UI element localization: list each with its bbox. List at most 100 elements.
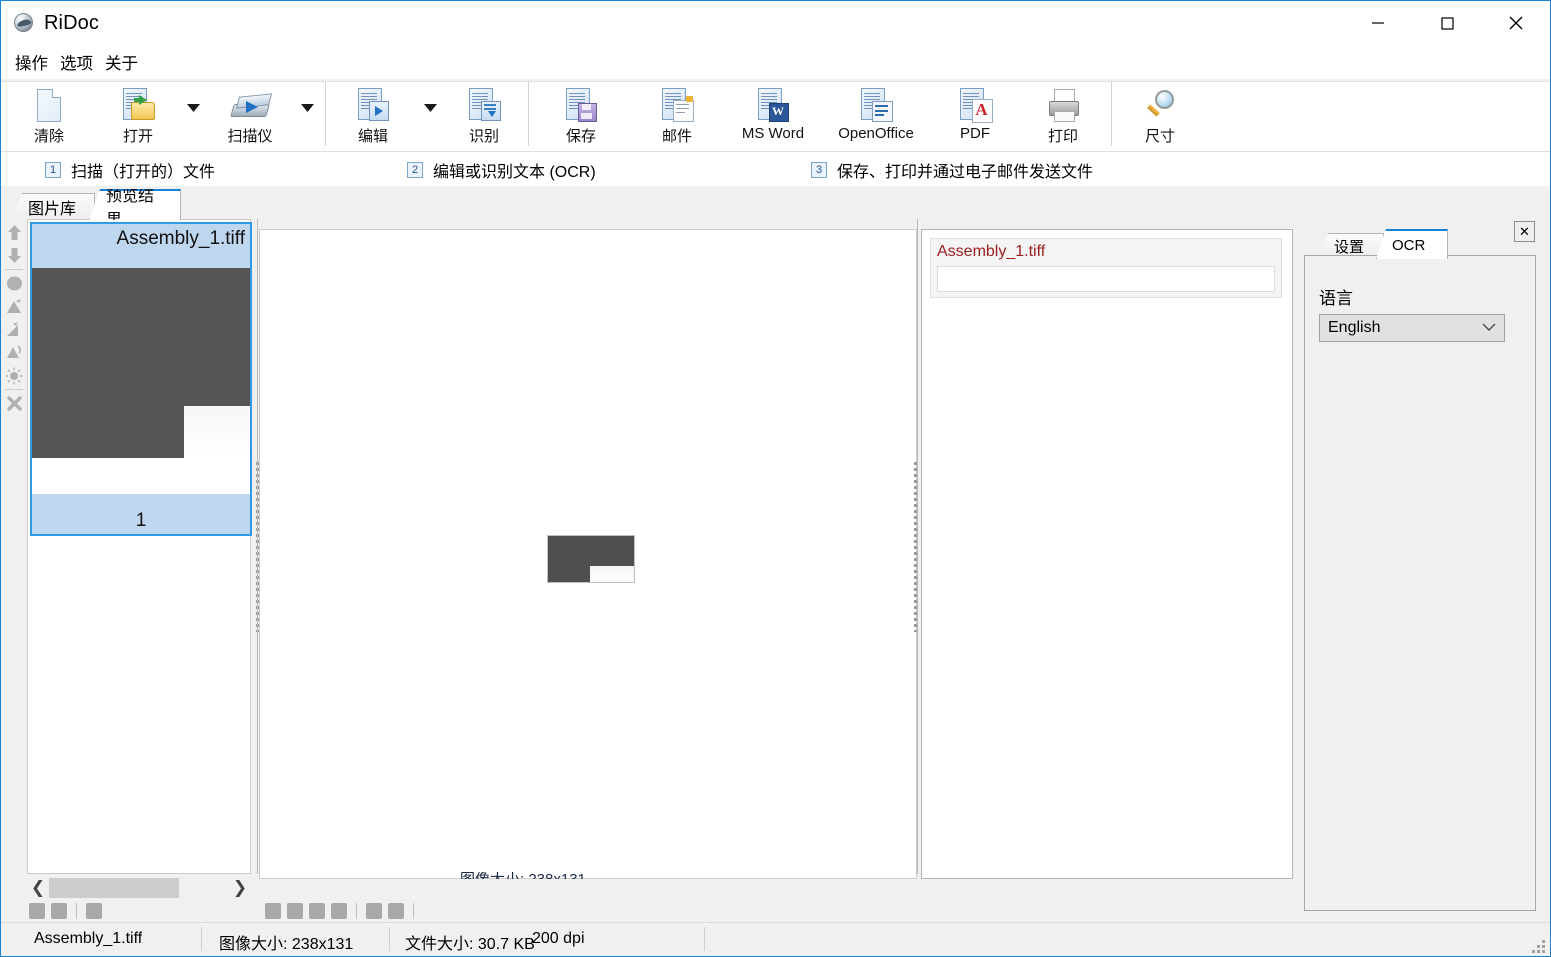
thumbnail-panel[interactable]: Assembly_1.tiff 1 <box>27 219 251 874</box>
preview-mini-toolbar <box>265 903 417 919</box>
recognize-button[interactable]: 识别 <box>444 82 524 148</box>
pdf-button[interactable]: A PDF <box>931 82 1019 148</box>
mini-button[interactable] <box>366 903 382 919</box>
deskew-icon[interactable] <box>2 341 26 364</box>
mini-button[interactable] <box>265 903 281 919</box>
print-button[interactable]: 打印 <box>1019 82 1107 148</box>
chevron-left-icon[interactable]: ❮ <box>27 876 49 900</box>
edit-button[interactable]: 编辑 <box>330 82 416 148</box>
step-text: 扫描（打开的）文件 <box>71 158 215 182</box>
openoffice-document-icon <box>859 86 893 124</box>
menubar: 操作 选项 关于 <box>1 45 1550 79</box>
status-filename: Assembly_1.tiff <box>34 930 142 948</box>
recognize-document-icon <box>467 86 501 124</box>
step-text: 保存、打印并通过电子邮件发送文件 <box>837 158 1093 182</box>
brightness-icon[interactable] <box>2 364 26 387</box>
step-1: 1 扫描（打开的）文件 <box>45 158 215 182</box>
toolbar-separator <box>528 82 529 146</box>
tab-image-library[interactable]: 图片库 <box>11 193 95 220</box>
menu-item-operations[interactable]: 操作 <box>9 48 54 76</box>
statusbar: Assembly_1.tiff 图像大小: 238x131 文件大小: 30.7… <box>1 922 1550 956</box>
menu-item-options[interactable]: 选项 <box>54 48 99 76</box>
toolbar-separator <box>325 82 326 146</box>
open-button[interactable]: 打开 <box>97 82 179 148</box>
tab-label: OCR <box>1392 237 1425 254</box>
blob-shape-icon[interactable] <box>2 272 26 295</box>
ocr-results-pane[interactable]: Assembly_1.tiff <box>921 229 1293 879</box>
tools-separator <box>5 389 23 390</box>
tab-ocr[interactable]: OCR <box>1376 229 1448 259</box>
toolbar-label: 识别 <box>469 125 499 146</box>
save-button[interactable]: 保存 <box>533 82 629 148</box>
ridoc-window: RiDoc 操作 选项 关于 清除 <box>0 0 1551 957</box>
scanner-button[interactable]: 扫描仪 <box>207 82 293 148</box>
preview-clipped-caption: 图像大小: 238x131 <box>460 872 586 879</box>
resize-grip-icon[interactable] <box>1533 940 1546 953</box>
scroll-thumb[interactable] <box>49 878 179 898</box>
scanner-icon <box>230 86 270 124</box>
thumbnail-filename: Assembly_1.tiff <box>117 228 245 250</box>
maximize-icon[interactable] <box>1412 1 1481 45</box>
mini-button[interactable] <box>29 903 45 919</box>
ridoc-globe-icon <box>14 13 34 33</box>
left-mini-toolbar <box>29 903 102 919</box>
magnifier-icon <box>1143 86 1177 124</box>
open-dropdown-arrow[interactable] <box>179 82 207 148</box>
printer-icon <box>1045 86 1081 124</box>
chevron-down-icon <box>1482 319 1496 337</box>
mini-button[interactable] <box>331 903 347 919</box>
thumbnail-image <box>32 268 250 494</box>
delete-x-icon[interactable] <box>2 392 26 415</box>
mini-button[interactable] <box>51 903 67 919</box>
scanner-dropdown-arrow[interactable] <box>293 82 321 148</box>
openoffice-button[interactable]: OpenOffice <box>821 82 931 148</box>
thumbnail-page-number: 1 <box>32 510 250 532</box>
open-folder-document-icon <box>121 86 155 124</box>
list-item[interactable]: Assembly_1.tiff 1 <box>30 222 252 536</box>
language-label: 语言 <box>1319 284 1353 309</box>
size-button[interactable]: 尺寸 <box>1116 82 1204 148</box>
ocr-result-filename: Assembly_1.tiff <box>931 243 1281 266</box>
step-2: 2 编辑或识别文本 (OCR) <box>407 158 596 182</box>
toolbar-label: 清除 <box>34 125 64 146</box>
mini-button[interactable] <box>287 903 303 919</box>
mini-button[interactable] <box>86 903 102 919</box>
tab-label: 图片库 <box>28 195 76 219</box>
close-icon[interactable] <box>1481 1 1550 45</box>
toolbar-label: 编辑 <box>358 125 388 146</box>
mini-button[interactable] <box>309 903 325 919</box>
image-tools-strip <box>1 221 27 431</box>
right-splitter[interactable] <box>909 219 921 874</box>
toolbar-label: PDF <box>960 125 990 142</box>
save-floppy-document-icon <box>564 86 598 124</box>
thumbnail-hscrollbar[interactable]: ❮ ❯ <box>27 875 251 901</box>
toolbar-label: 扫描仪 <box>227 125 272 146</box>
move-up-icon[interactable] <box>2 221 26 244</box>
edit-document-play-icon <box>356 86 390 124</box>
tab-label: 设置 <box>1334 236 1364 257</box>
ms-word-button[interactable]: W MS Word <box>725 82 821 148</box>
clear-button[interactable]: 清除 <box>1 82 97 148</box>
toolbar-label: 打印 <box>1048 125 1078 146</box>
menu-item-about[interactable]: 关于 <box>99 48 144 76</box>
rotate-right-icon[interactable] <box>2 318 26 341</box>
scroll-track[interactable] <box>49 876 229 900</box>
status-file-size: 文件大小: 30.7 KB <box>405 930 535 954</box>
toolbar-label: OpenOffice <box>838 125 914 142</box>
step-number: 1 <box>45 162 61 178</box>
close-panel-icon[interactable]: ✕ <box>1514 221 1535 242</box>
chevron-right-icon[interactable]: ❯ <box>229 876 251 900</box>
language-select[interactable]: English <box>1319 314 1505 342</box>
minimize-icon[interactable] <box>1343 1 1412 45</box>
mail-button[interactable]: 邮件 <box>629 82 725 148</box>
ocr-result-item[interactable]: Assembly_1.tiff <box>930 238 1282 298</box>
rotate-left-icon[interactable] <box>2 295 26 318</box>
edit-dropdown-arrow[interactable] <box>416 82 444 148</box>
mini-button[interactable] <box>388 903 404 919</box>
preview-canvas[interactable]: 图像大小: 238x131 <box>259 229 917 879</box>
ocr-result-text[interactable] <box>937 266 1275 292</box>
move-down-icon[interactable] <box>2 244 26 267</box>
titlebar: RiDoc <box>1 1 1550 45</box>
toolbar-label: 保存 <box>566 125 596 146</box>
tab-preview-results[interactable]: 预览结果 <box>89 189 181 220</box>
